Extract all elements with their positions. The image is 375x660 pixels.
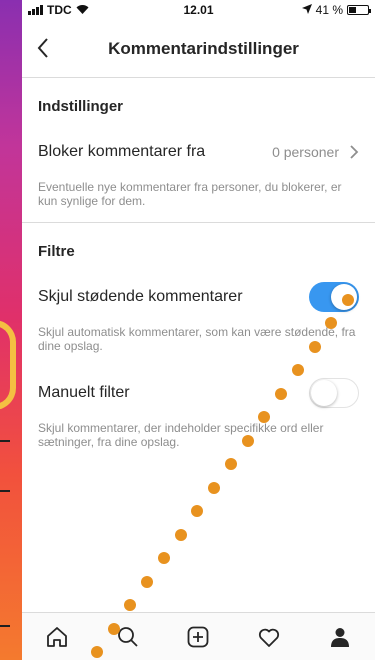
background-dash [0,625,10,627]
bottom-tab-bar [22,612,375,660]
page-title: Kommentarindstillinger [108,38,299,58]
background-strip [0,0,22,660]
tab-profile[interactable] [325,622,355,652]
status-bar: TDC 12.01 41 % [22,0,375,20]
block-comments-label: Bloker kommentarer fra [38,143,206,160]
tab-home[interactable] [42,622,72,652]
block-comments-value-group: 0 personer [272,144,359,160]
offensive-filter-row: Skjul stødende kommentarer [22,271,375,323]
background-dash [0,440,10,442]
blocked-count: 0 personer [272,144,339,160]
chevron-right-icon [350,145,359,159]
section-divider [22,222,375,223]
settings-section-heading: Indstillinger [38,97,124,115]
block-comments-row[interactable]: Bloker kommentarer fra 0 personer [22,126,375,178]
add-post-icon [188,626,209,647]
tab-add-post[interactable] [183,622,213,652]
tab-search[interactable] [113,622,143,652]
battery-percent: 41 % [315,3,343,17]
manual-filter-row: Manuelt filter [22,367,375,419]
navigation-bar: Kommentarindstillinger [22,20,375,78]
offensive-filter-toggle[interactable] [309,282,359,312]
battery-icon [347,5,371,15]
profile-icon [330,627,349,647]
background-decoration [0,320,16,410]
manual-filter-label: Manuelt filter [38,384,130,401]
tab-activity[interactable] [254,622,284,652]
search-icon [117,626,138,647]
filters-section-heading: Filtre [38,242,75,260]
block-comments-help: Eventuelle nye kommentarer fra personer,… [38,180,342,208]
location-arrow-icon [301,3,312,17]
back-button[interactable] [32,36,56,60]
offensive-filter-label: Skjul stødende kommentarer [38,288,243,305]
phone-screen: TDC 12.01 41 % Kommentarindstillinger In… [22,0,375,660]
chevron-left-icon [37,38,48,58]
manual-filter-toggle[interactable] [309,378,359,408]
activity-heart-icon [259,628,280,647]
home-icon [47,626,68,647]
manual-filter-help: Skjul kommentarer, der indeholder specif… [38,421,324,449]
background-dash [0,490,10,492]
offensive-filter-help: Skjul automatisk kommentarer, som kan væ… [38,325,356,353]
status-right: 41 % [301,3,371,17]
